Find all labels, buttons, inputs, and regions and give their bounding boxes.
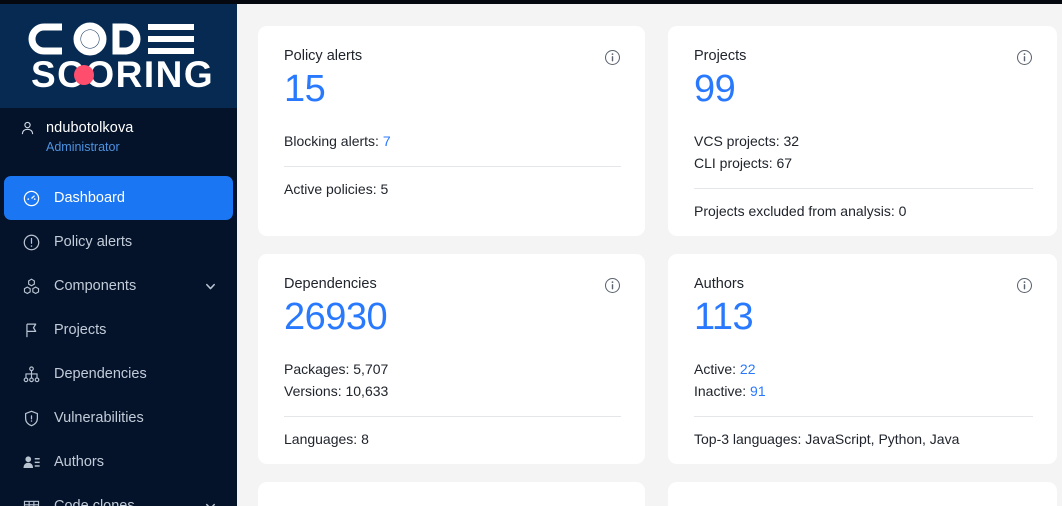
brand-logo[interactable]: SCORING [0, 4, 237, 108]
card-stats: Packages: 5,707 Versions: 10,633 [284, 358, 621, 402]
components-icon [22, 277, 41, 296]
sidebar-item-dashboard[interactable]: Dashboard [4, 176, 233, 220]
dashboard-main: Policy alerts 15 Blocking alerts: 7 [237, 4, 1062, 506]
stat-label: Active: [694, 361, 736, 377]
card-header: Dependencies [284, 276, 621, 294]
card-footer: Languages: 8 [284, 417, 621, 447]
stat-row: VCS projects: 32 [694, 130, 1033, 152]
card-title: Dependencies [284, 276, 377, 292]
stat-row: Packages: 5,707 [284, 358, 621, 380]
sidebar-item-label: Code clones [54, 498, 135, 506]
card-authors: Authors 113 Active: 22 Inactive: [668, 254, 1057, 464]
card-stats: Blocking alerts: 7 [284, 130, 621, 152]
card-value: 99 [694, 70, 1033, 110]
sidebar-item-label: Dashboard [54, 190, 125, 206]
sidebar-item-label: Projects [54, 322, 106, 338]
card-projects: Projects 99 VCS projects: 32 CLI project… [668, 26, 1057, 236]
logo-dot-accent [74, 65, 94, 85]
stat-label: Blocking alerts: [284, 133, 379, 149]
stat-label: CLI projects: 67 [694, 155, 792, 171]
stat-label: VCS projects: 32 [694, 133, 799, 149]
card-value: 15 [284, 70, 621, 110]
card-next-row-left [258, 482, 645, 506]
card-dependencies: Dependencies 26930 Packages: 5,707 Versi… [258, 254, 645, 464]
card-footer: Projects excluded from analysis: 0 [694, 189, 1033, 219]
card-title: Projects [694, 48, 746, 64]
sidebar-item-components[interactable]: Components [4, 264, 233, 308]
card-footer-text: Projects excluded from analysis: 0 [694, 203, 906, 219]
stat-value[interactable]: 7 [383, 133, 391, 149]
chevron-down-icon[interactable] [204, 280, 217, 293]
grid-brick-icon [22, 497, 41, 506]
card-stats: VCS projects: 32 CLI projects: 67 [694, 130, 1033, 174]
metric-cards-grid: Policy alerts 15 Blocking alerts: 7 [258, 26, 1058, 506]
sidebar-item-dependencies[interactable]: Dependencies [4, 352, 233, 396]
card-footer: Active policies: 5 [284, 167, 621, 197]
sidebar-item-authors[interactable]: Authors [4, 440, 233, 484]
card-stats: Active: 22 Inactive: 91 [694, 358, 1033, 402]
card-footer-text: Top-3 languages: JavaScript, Python, Jav… [694, 431, 959, 447]
app-root: SCORING ndubotolkova Administrator [0, 0, 1062, 506]
sidebar-item-code-clones[interactable]: Code clones [4, 484, 233, 506]
sidebar-item-label: Components [54, 278, 136, 294]
stat-row: Inactive: 91 [694, 380, 1033, 402]
card-header: Authors [694, 276, 1033, 294]
stat-label: Inactive: [694, 383, 746, 399]
stat-row: Active: 22 [694, 358, 1033, 380]
info-icon[interactable] [1016, 49, 1033, 66]
alert-circle-icon [22, 233, 41, 252]
sidebar-item-label: Policy alerts [54, 234, 132, 250]
svg-text:SCORING: SCORING [31, 54, 214, 93]
card-value: 26930 [284, 298, 621, 338]
card-title: Policy alerts [284, 48, 362, 64]
sidebar-item-projects[interactable]: Projects [4, 308, 233, 352]
card-header: Projects [694, 48, 1033, 66]
sidebar-item-label: Dependencies [54, 366, 147, 382]
stat-value[interactable]: 22 [740, 361, 756, 377]
info-icon[interactable] [604, 49, 621, 66]
codescoring-logo-icon: SCORING [24, 19, 214, 93]
stat-value[interactable]: 91 [750, 383, 766, 399]
sidebar-item-policy-alerts[interactable]: Policy alerts [4, 220, 233, 264]
gauge-icon [22, 189, 41, 208]
sitemap-icon [22, 365, 41, 384]
card-footer: Top-3 languages: JavaScript, Python, Jav… [694, 417, 1033, 447]
logo-dot-white [81, 30, 99, 48]
chevron-down-icon[interactable] [204, 500, 217, 506]
sidebar-item-label: Vulnerabilities [54, 410, 144, 426]
card-next-row-right [668, 482, 1057, 506]
person-icon [20, 121, 35, 136]
card-title: Authors [694, 276, 744, 292]
stat-row: CLI projects: 67 [694, 152, 1033, 174]
card-footer-text: Languages: 8 [284, 431, 369, 447]
user-profile[interactable]: ndubotolkova Administrator [0, 108, 237, 176]
sidebar-item-vulnerabilities[interactable]: Vulnerabilities [4, 396, 233, 440]
info-icon[interactable] [1016, 277, 1033, 294]
stat-row: Versions: 10,633 [284, 380, 621, 402]
sidebar-nav: Dashboard Policy alerts [0, 176, 237, 506]
stat-row: Blocking alerts: 7 [284, 130, 621, 152]
stat-label: Versions: 10,633 [284, 383, 388, 399]
flag-icon [22, 321, 41, 340]
card-policy-alerts: Policy alerts 15 Blocking alerts: 7 [258, 26, 645, 236]
sidebar-item-label: Authors [54, 454, 104, 470]
info-icon[interactable] [604, 277, 621, 294]
card-header: Policy alerts [284, 48, 621, 66]
window-top-strip [0, 0, 1062, 4]
card-value: 113 [694, 298, 1033, 338]
stat-label: Packages: 5,707 [284, 361, 388, 377]
user-role: Administrator [46, 140, 237, 154]
shield-icon [22, 409, 41, 428]
sidebar: SCORING ndubotolkova Administrator [0, 4, 237, 506]
user-list-icon [22, 453, 41, 472]
user-name: ndubotolkova [46, 120, 133, 136]
card-footer-text: Active policies: 5 [284, 181, 388, 197]
